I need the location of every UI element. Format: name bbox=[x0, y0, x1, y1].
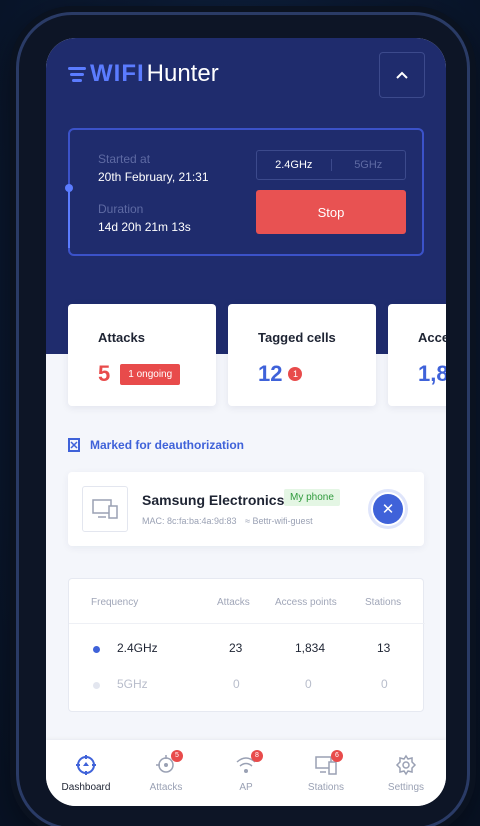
col-header-frequency: Frequency bbox=[91, 597, 139, 608]
stat-card-attacks[interactable]: Attacks 5 1 ongoing bbox=[68, 304, 216, 406]
collapse-button[interactable] bbox=[379, 52, 425, 98]
wifi-logo-icon bbox=[68, 66, 86, 82]
devices-icon: 6 bbox=[315, 749, 343, 776]
device-name: Samsung Electronics... bbox=[142, 492, 297, 508]
col-header-access-points: Access points bbox=[275, 597, 337, 608]
cell-frequency: 5GHz bbox=[117, 677, 148, 691]
active-dot-icon bbox=[93, 646, 100, 653]
nav-attacks[interactable]: 5 Attacks bbox=[126, 740, 206, 806]
duration-value: 14d 20h 21m 13s bbox=[98, 220, 191, 234]
nav-badge: 6 bbox=[331, 749, 343, 762]
ongoing-badge: 1 ongoing bbox=[120, 363, 181, 385]
nav-badge: 8 bbox=[251, 749, 263, 762]
bottom-nav: Dashboard 5 Attacks 8 AP 6 Stations Sett… bbox=[46, 740, 446, 806]
frequency-toggle: 2.4GHz 5GHz bbox=[256, 150, 406, 180]
close-icon: ✕ bbox=[373, 494, 403, 524]
nav-label: Attacks bbox=[149, 781, 183, 793]
col-header-attacks: Attacks bbox=[217, 597, 250, 608]
col-header-stations: Stations bbox=[365, 597, 402, 608]
gear-icon bbox=[395, 754, 417, 776]
table-row[interactable]: 2.4GHz 23 1,834 13 bbox=[69, 633, 425, 665]
count-badge: 1 bbox=[288, 367, 303, 381]
device-tag: My phone bbox=[284, 489, 340, 506]
device-network: Bettr-wifi-guest bbox=[252, 516, 313, 526]
started-value: 20th February, 21:31 bbox=[98, 170, 209, 184]
nav-dashboard[interactable]: Dashboard bbox=[46, 740, 126, 806]
cell-attacks: 0 bbox=[233, 677, 240, 691]
nav-label: Stations bbox=[307, 781, 345, 793]
card-title: Attacks bbox=[98, 330, 145, 345]
app-logo: WIFI Hunter bbox=[68, 60, 219, 88]
frequency-table: Frequency Attacks Access points Stations… bbox=[68, 578, 425, 712]
nav-label: Settings bbox=[387, 781, 425, 793]
app-screen: WIFI Hunter Started at 20th February, 21… bbox=[46, 38, 446, 806]
nav-label: AP bbox=[239, 781, 253, 793]
started-label: Started at bbox=[98, 152, 151, 166]
table-row[interactable]: 5GHz 0 0 0 bbox=[69, 669, 425, 701]
wifi-small-icon: ≈ bbox=[245, 516, 251, 526]
marked-label: Marked for deauthorization bbox=[90, 438, 245, 452]
card-value: 1,8 bbox=[418, 361, 446, 386]
duration-label: Duration bbox=[98, 202, 144, 216]
stat-card-tagged-cells[interactable]: Tagged cells 12 1 bbox=[228, 304, 376, 406]
cell-access-points: 0 bbox=[305, 677, 312, 691]
scan-session-panel: Started at 20th February, 21:31 Duration… bbox=[65, 128, 424, 256]
nav-ap[interactable]: 8 AP bbox=[206, 740, 286, 806]
card-value: 5 bbox=[98, 361, 111, 386]
stop-button[interactable]: Stop bbox=[256, 190, 406, 234]
timeline-line bbox=[68, 188, 70, 248]
bookmark-x-icon bbox=[68, 438, 80, 452]
crosshair-icon: 5 bbox=[155, 749, 183, 776]
device-card[interactable]: Samsung Electronics... My phone MAC: 8c:… bbox=[68, 472, 424, 546]
logo-text-hunter: Hunter bbox=[146, 60, 219, 87]
stat-cards: Attacks 5 1 ongoing Tagged cells 12 1 Ac… bbox=[68, 304, 446, 406]
cell-stations: 13 bbox=[377, 641, 391, 655]
stat-card-access-points[interactable]: Acce 1,8 bbox=[388, 304, 446, 406]
card-title: Acce bbox=[418, 330, 446, 345]
timeline-dot bbox=[65, 184, 73, 192]
cell-access-points: 1,834 bbox=[295, 641, 326, 655]
cell-frequency: 2.4GHz bbox=[117, 641, 158, 655]
card-value: 12 bbox=[258, 361, 283, 386]
wifi-icon: 8 bbox=[235, 749, 263, 776]
device-meta: MAC: 8c:fa:ba:4a:9d:83 ≈ Bettr-wifi-gues… bbox=[142, 516, 313, 526]
logo-text-wifi: WIFI bbox=[90, 60, 145, 87]
freq-option-5ghz[interactable]: 5GHz bbox=[330, 159, 406, 171]
cell-attacks: 23 bbox=[229, 641, 243, 655]
nav-badge: 5 bbox=[171, 749, 183, 762]
marked-section-heading: Marked for deauthorization bbox=[68, 438, 244, 452]
inactive-dot-icon bbox=[93, 682, 100, 689]
device-icon bbox=[82, 486, 128, 532]
nav-label: Dashboard bbox=[61, 781, 111, 793]
divider bbox=[69, 623, 425, 624]
nav-settings[interactable]: Settings bbox=[366, 740, 446, 806]
freq-option-2-4ghz[interactable]: 2.4GHz bbox=[257, 159, 331, 171]
nav-stations[interactable]: 6 Stations bbox=[286, 740, 366, 806]
dashboard-icon bbox=[75, 754, 97, 776]
remove-device-button[interactable]: ✕ bbox=[368, 489, 408, 529]
device-mac: MAC: 8c:fa:ba:4a:9d:83 bbox=[142, 516, 237, 526]
chevron-up-icon bbox=[396, 71, 408, 79]
cell-stations: 0 bbox=[381, 677, 388, 691]
card-title: Tagged cells bbox=[258, 330, 336, 345]
